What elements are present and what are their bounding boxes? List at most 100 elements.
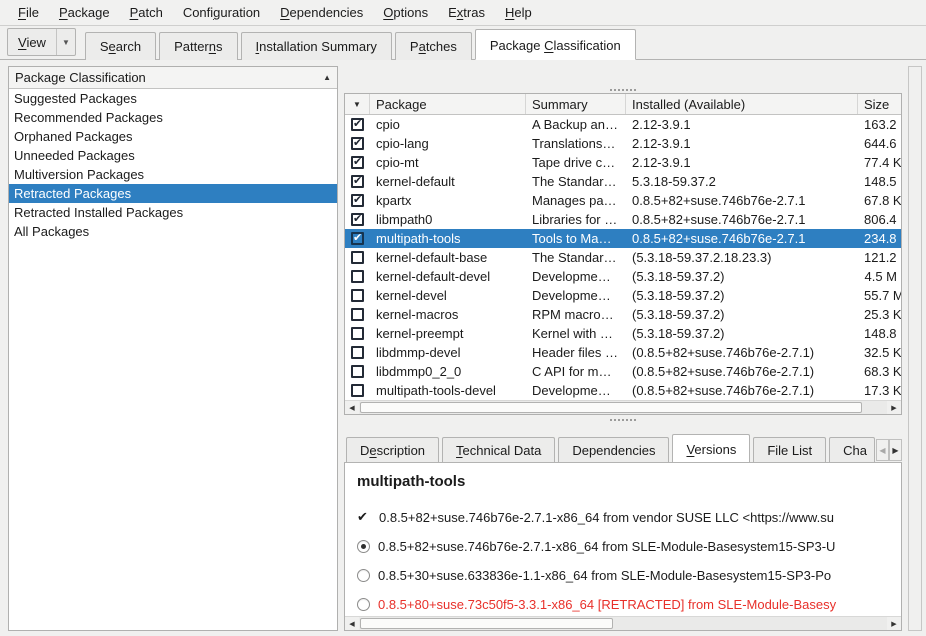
view-menu-button[interactable]: View ▼: [7, 28, 76, 56]
splitter-grip[interactable]: [344, 417, 902, 423]
package-checkbox[interactable]: [351, 365, 364, 378]
classification-item[interactable]: Orphaned Packages: [9, 127, 337, 146]
scrollbar-track[interactable]: [359, 617, 887, 630]
package-checkbox[interactable]: [351, 194, 364, 207]
column-header-summary[interactable]: Summary: [526, 94, 626, 114]
tab-scroll-left-icon[interactable]: ◀: [876, 439, 889, 461]
classification-item[interactable]: Unneeded Packages: [9, 146, 337, 165]
scroll-left-icon[interactable]: ◀: [345, 401, 359, 414]
table-row[interactable]: cpio-lang Translations… 2.12-3.9.1 644.6…: [345, 134, 901, 153]
menu-item[interactable]: Dependencies: [270, 2, 373, 23]
menu-item[interactable]: Configuration: [173, 2, 270, 23]
column-header-package[interactable]: Package: [370, 94, 526, 114]
classification-item[interactable]: Retracted Installed Packages: [9, 203, 337, 222]
scroll-right-icon[interactable]: ▶: [887, 617, 901, 630]
version-row[interactable]: ✔ 0.8.5+82+suse.746b76e-2.7.1-x86_64 fro…: [357, 532, 889, 561]
menu-item[interactable]: Options: [373, 2, 438, 23]
version-state-icon[interactable]: ✔: [357, 598, 370, 611]
table-row[interactable]: kernel-default The Standar… 5.3.18-59.37…: [345, 172, 901, 191]
package-checkbox[interactable]: [351, 118, 364, 131]
table-row[interactable]: libmpath0 Libraries for … 0.8.5+82+suse.…: [345, 210, 901, 229]
package-checkbox[interactable]: [351, 156, 364, 169]
column-header-installed[interactable]: Installed (Available): [626, 94, 858, 114]
classification-item[interactable]: All Packages: [9, 222, 337, 241]
classification-item[interactable]: Multiversion Packages: [9, 165, 337, 184]
main-tab[interactable]: Installation Summary: [241, 32, 392, 60]
table-row[interactable]: kernel-macros RPM macro… (5.3.18-59.37.2…: [345, 305, 901, 324]
package-checkbox[interactable]: [351, 232, 364, 245]
check-icon: ✔: [357, 509, 371, 525]
package-checkbox[interactable]: [351, 213, 364, 226]
package-checkbox[interactable]: [351, 270, 364, 283]
row-status-cell: [345, 232, 370, 245]
classification-item[interactable]: Retracted Packages: [9, 184, 337, 203]
version-row[interactable]: ✔ 0.8.5+80+suse.73c50f5-3.3.1-x86_64 [RE…: [357, 590, 889, 616]
menu-item[interactable]: Help: [495, 2, 542, 23]
main-tab[interactable]: Search: [85, 32, 156, 60]
column-header-size[interactable]: Size: [858, 94, 901, 114]
menu-item[interactable]: Patch: [120, 2, 173, 23]
menu-item[interactable]: File: [8, 2, 49, 23]
main-tab[interactable]: Patches: [395, 32, 472, 60]
table-row[interactable]: kernel-default-devel Developme… (5.3.18-…: [345, 267, 901, 286]
row-status-cell: [345, 118, 370, 131]
table-row[interactable]: kpartx Manages pa… 0.8.5+82+suse.746b76e…: [345, 191, 901, 210]
detail-tabs: Description Technical Data Dependencies …: [346, 434, 902, 462]
table-row[interactable]: libdmmp-devel Header files … (0.8.5+82+s…: [345, 343, 901, 362]
table-row[interactable]: kernel-preempt Kernel with … (5.3.18-59.…: [345, 324, 901, 343]
package-checkbox[interactable]: [351, 289, 364, 302]
scroll-right-icon[interactable]: ▶: [887, 401, 901, 414]
package-checkbox[interactable]: [351, 308, 364, 321]
version-row[interactable]: ✔ 0.8.5+30+suse.633836e-1.1-x86_64 from …: [357, 561, 889, 590]
package-checkbox[interactable]: [351, 251, 364, 264]
scrollbar-track[interactable]: [359, 401, 887, 414]
detail-tab[interactable]: Dependencies: [558, 437, 669, 462]
vertical-scrollbar-track[interactable]: [908, 66, 922, 631]
package-checkbox[interactable]: [351, 175, 364, 188]
classification-list-header[interactable]: Package Classification ▲: [9, 67, 337, 89]
classification-item[interactable]: Suggested Packages: [9, 89, 337, 108]
detail-tab[interactable]: Description: [346, 437, 439, 462]
detail-tab[interactable]: Cha: [829, 437, 875, 462]
version-state-icon[interactable]: ✔: [357, 511, 371, 525]
package-size: 163.2 K: [858, 117, 901, 132]
scrollbar-thumb[interactable]: [360, 402, 862, 413]
detail-tab[interactable]: Technical Data: [442, 437, 555, 462]
package-name: multipath-tools: [370, 231, 526, 246]
package-checkbox[interactable]: [351, 327, 364, 340]
package-name: multipath-tools-devel: [370, 383, 526, 398]
package-checkbox[interactable]: [351, 384, 364, 397]
detail-tab[interactable]: File List: [753, 437, 826, 462]
package-checkbox[interactable]: [351, 137, 364, 150]
scroll-left-icon[interactable]: ◀: [345, 617, 359, 630]
table-row[interactable]: cpio A Backup an… 2.12-3.9.1 163.2 K: [345, 115, 901, 134]
menu-item[interactable]: Package: [49, 2, 120, 23]
column-header-status[interactable]: ▼: [345, 94, 370, 114]
table-row[interactable]: multipath-tools-devel Developme… (0.8.5+…: [345, 381, 901, 400]
table-row[interactable]: kernel-devel Developme… (5.3.18-59.37.2)…: [345, 286, 901, 305]
package-summary: The Standar…: [526, 174, 626, 189]
main-tab[interactable]: Package Classification: [475, 29, 636, 60]
row-status-cell: [345, 251, 370, 264]
table-row[interactable]: multipath-tools Tools to Ma… 0.8.5+82+su…: [345, 229, 901, 248]
version-row[interactable]: ✔ 0.8.5+82+suse.746b76e-2.7.1-x86_64 fro…: [357, 503, 889, 532]
package-table-body: cpio A Backup an… 2.12-3.9.1 163.2 K cpi…: [345, 115, 901, 400]
package-checkbox[interactable]: [351, 346, 364, 359]
row-status-cell: [345, 213, 370, 226]
package-installed-version: (5.3.18-59.37.2): [626, 307, 858, 322]
table-row[interactable]: libdmmp0_2_0 C API for m… (0.8.5+82+suse…: [345, 362, 901, 381]
tab-scroll-right-icon[interactable]: ▶: [889, 439, 902, 461]
classification-item[interactable]: Recommended Packages: [9, 108, 337, 127]
scrollbar-thumb[interactable]: [360, 618, 613, 629]
package-name: kernel-default-devel: [370, 269, 526, 284]
table-row[interactable]: kernel-default-base The Standar… (5.3.18…: [345, 248, 901, 267]
main-tab[interactable]: Patterns: [159, 32, 237, 60]
detail-tab[interactable]: Versions: [672, 434, 750, 462]
versions-horizontal-scrollbar: ◀ ▶: [345, 616, 901, 630]
version-state-icon[interactable]: ✔: [357, 540, 370, 553]
version-state-icon[interactable]: ✔: [357, 569, 370, 582]
package-name: kernel-devel: [370, 288, 526, 303]
package-summary: Translations…: [526, 136, 626, 151]
table-row[interactable]: cpio-mt Tape drive c… 2.12-3.9.1 77.4 K: [345, 153, 901, 172]
menu-item[interactable]: Extras: [438, 2, 495, 23]
